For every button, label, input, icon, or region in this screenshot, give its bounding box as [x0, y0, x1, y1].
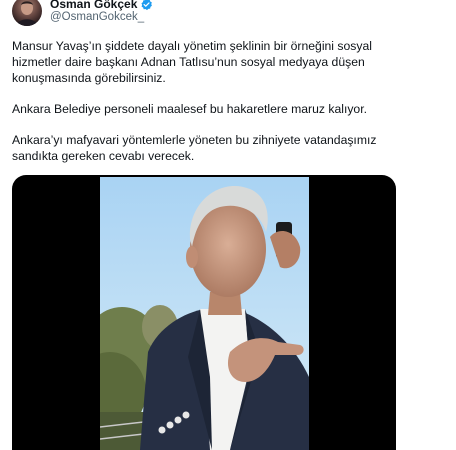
tweet-paragraph: Mansur Yavaş’ın şiddete dayalı yönetim ş… — [12, 39, 372, 85]
video-frame-icon — [100, 177, 309, 450]
verified-badge-icon — [141, 0, 153, 10]
display-name[interactable]: Osman Gökçek — [50, 0, 137, 11]
avatar-photo-icon — [16, 1, 38, 26]
name-row: Osman Gökçek — [50, 0, 153, 11]
video-player[interactable] — [12, 175, 396, 450]
tweet-paragraph: Ankara’yı mafyavari yöntemlerle yöneten … — [12, 133, 377, 163]
avatar[interactable] — [12, 0, 42, 26]
tweet-paragraph: Ankara Belediye personeli maalesef bu ha… — [12, 102, 367, 116]
tweet-header: Osman Gökçek @OsmanGokcek_ — [12, 0, 442, 28]
video-frame[interactable] — [100, 177, 309, 450]
tweet-text: Mansur Yavaş’ın şiddete dayalı yönetim ş… — [12, 38, 400, 179]
author-handle[interactable]: @OsmanGokcek_ — [50, 11, 144, 23]
